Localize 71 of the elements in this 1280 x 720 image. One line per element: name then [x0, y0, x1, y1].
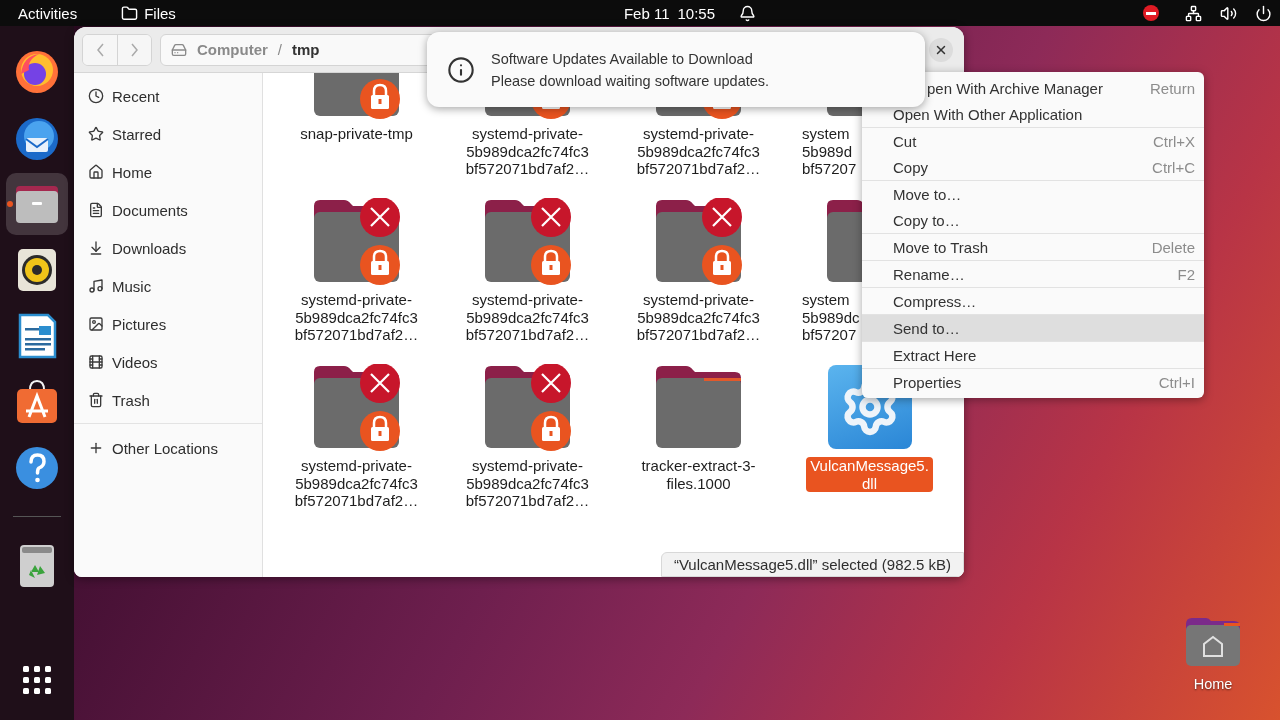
- volume-icon[interactable]: [1220, 4, 1237, 22]
- download-icon: [88, 240, 104, 256]
- file-name[interactable]: system 5b989d bf57207: [798, 125, 861, 178]
- sidebar-item[interactable]: Starred: [74, 115, 262, 153]
- menu-item[interactable]: Cut Ctrl+X: [862, 128, 1204, 154]
- menu-item[interactable]: Send to…: [862, 315, 1204, 341]
- menu-item[interactable]: Copy to…: [862, 207, 1204, 233]
- network-icon[interactable]: [1185, 4, 1202, 22]
- sidebar-item[interactable]: Videos: [74, 343, 262, 381]
- folder-icon: [121, 4, 139, 22]
- music-note-icon: [88, 278, 104, 294]
- activities-button[interactable]: Activities: [18, 4, 78, 22]
- menu-item[interactable]: Properties Ctrl+I: [862, 369, 1204, 395]
- menu-item[interactable]: Move to Trash Delete: [862, 234, 1204, 260]
- trash-icon: [88, 392, 104, 408]
- sidebar-item[interactable]: Trash: [74, 381, 262, 419]
- close-button[interactable]: [929, 37, 953, 62]
- desktop-icon-label[interactable]: Home: [1193, 676, 1233, 692]
- file-name[interactable]: systemd-private- 5b989dca2fc74fc3 bf572071bd7af2…: [290, 291, 423, 344]
- notification-title: Software Updates Available to Download: [491, 50, 754, 67]
- star-icon: [88, 126, 104, 142]
- clock[interactable]: 10:55: [677, 4, 716, 22]
- power-icon[interactable]: [1255, 4, 1272, 22]
- sidebar-item[interactable]: Documents: [74, 191, 262, 229]
- running-dot: [7, 201, 13, 207]
- file-name[interactable]: systemd-private- 5b989dca2fc74fc3 bf572071bd7af2…: [461, 291, 594, 344]
- plus-icon: [88, 440, 104, 456]
- sidebar-item[interactable]: Downloads: [74, 229, 262, 267]
- home-icon: [88, 164, 104, 180]
- drive-icon: [171, 41, 187, 58]
- menu-item[interactable]: Rename… F2: [862, 261, 1204, 287]
- file-name[interactable]: systemd-private- 5b989dca2fc74fc3 bf572071bd7af2…: [461, 457, 594, 510]
- software-update-toast[interactable]: Software Updates Available to Download Please download waiting software updates.: [427, 32, 925, 107]
- dock-item[interactable]: [6, 173, 68, 235]
- file-name[interactable]: systemd-private- 5b989dca2fc74fc3 bf572071bd7af2…: [461, 125, 594, 178]
- chevron-left-icon: [96, 42, 104, 57]
- film-icon: [88, 354, 104, 370]
- menu-item[interactable]: Copy Ctrl+C: [862, 154, 1204, 180]
- folder-icon[interactable]: [655, 366, 741, 448]
- help-icon[interactable]: [13, 444, 61, 492]
- sidebar-item[interactable]: Music: [74, 267, 262, 305]
- app-grid-icon[interactable]: [21, 664, 53, 696]
- sidebar-item[interactable]: Home: [74, 153, 262, 191]
- menu-item[interactable]: Extract Here: [862, 342, 1204, 368]
- notification-body: Please download waiting software updates.: [491, 72, 770, 89]
- info-icon: [447, 55, 475, 84]
- file-name[interactable]: VulcanMessage5. dll: [806, 457, 933, 492]
- home-folder-icon[interactable]: [1184, 616, 1242, 668]
- bell-icon[interactable]: [739, 4, 757, 22]
- date[interactable]: Feb 11: [623, 4, 670, 22]
- file-name[interactable]: snap-private-tmp: [296, 125, 417, 143]
- sidebar-item[interactable]: Pictures: [74, 305, 262, 343]
- file-name[interactable]: systemd-private- 5b989dca2fc74fc3 bf572071bd7af2…: [632, 291, 765, 344]
- status-overlay: “VulcanMessage5.dll” selected (982.5 kB): [660, 552, 964, 577]
- sidebar-item[interactable]: Recent: [74, 77, 262, 115]
- menu-item[interactable]: Move to…: [862, 181, 1204, 207]
- app-menu[interactable]: Files: [144, 4, 176, 22]
- file-name[interactable]: tracker-extract-3- files.1000: [637, 457, 760, 492]
- no-entry-icon[interactable]: [1143, 5, 1159, 21]
- sidebar-item[interactable]: Other Locations: [74, 429, 262, 467]
- file-name[interactable]: system 5b989dc bf57207: [798, 291, 864, 344]
- document-icon: [88, 202, 104, 218]
- chevron-right-icon: [131, 42, 138, 57]
- image-icon: [88, 316, 104, 332]
- file-name[interactable]: systemd-private- 5b989dca2fc74fc3 bf572071bd7af2…: [290, 457, 423, 510]
- file-name[interactable]: systemd-private- 5b989dca2fc74fc3 bf572071bd7af2…: [632, 125, 765, 178]
- clock-icon: [88, 88, 104, 104]
- path-separator: /: [277, 41, 282, 58]
- firefox-icon[interactable]: [13, 48, 61, 96]
- path-crumb[interactable]: tmp: [292, 41, 320, 58]
- menu-item[interactable]: Compress…: [862, 288, 1204, 314]
